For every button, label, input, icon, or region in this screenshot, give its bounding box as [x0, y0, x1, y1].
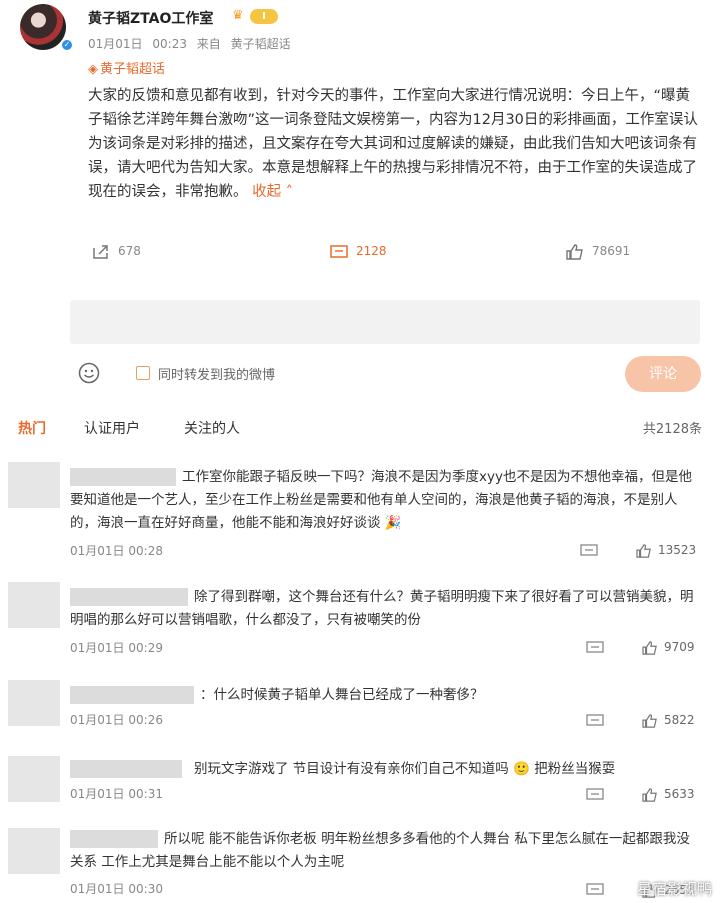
reply-icon[interactable] [586, 883, 604, 897]
post-source-prefix: 来自 [196, 37, 221, 51]
comment-item: ：什么时候黄子韬单人舞台已经成了一种奢侈？ 01月01日 00:26 5822 [0, 678, 720, 738]
comment-time: 01月01日 00:28 [70, 542, 163, 559]
comment-count: 2128 [356, 244, 387, 258]
comment-like-button[interactable]: 5633 [642, 787, 695, 802]
comment-tabs: 热门 认证用户 关注的人 共2128条 [0, 418, 720, 444]
comment-date: 01月01日 [70, 882, 125, 896]
like-button[interactable]: 78691 [566, 238, 630, 264]
reply-icon[interactable] [580, 544, 598, 558]
comment-like-button[interactable]: 5822 [642, 713, 695, 728]
supertopic-label: 黄子韬超话 [100, 62, 166, 77]
comment-like-count: 9709 [664, 640, 695, 654]
post-actions: 678 2128 78691 [0, 238, 720, 264]
comment-text: 除了得到群嘲，这个舞台还有什么？黄子韬明明瘦下来了很好看了可以营销美貌，明明唱的… [70, 589, 694, 628]
like-icon [642, 713, 657, 728]
reply-icon[interactable] [586, 788, 604, 802]
commenter-avatar[interactable] [8, 680, 60, 726]
party-popper-icon: 🎉 [384, 515, 402, 531]
emoji-icon[interactable] [78, 362, 100, 384]
comment-time: 01月01日 00:26 [70, 711, 163, 728]
comment-text: ：什么时候黄子韬单人舞台已经成了一种奢侈？ [200, 687, 484, 703]
comment-clock: 00:26 [128, 713, 163, 727]
diamond-icon: ◈ [88, 62, 98, 77]
comment-text-4: 别玩文字游戏了 节目设计有没有亲你们自己不知道吗 [194, 761, 509, 777]
comment-clock: 00:29 [128, 641, 163, 655]
repost-label: 同时转发到我的微博 [158, 368, 276, 383]
comment-text-4-after: 把粉丝当猴耍 [534, 761, 616, 777]
repost-checkbox[interactable] [136, 366, 150, 380]
comment-item: 别玩文字游戏了 节目设计有没有亲你们自己不知道吗 🙂 把粉丝当猴耍 01月01日… [0, 752, 720, 812]
tab-verified-users[interactable]: 认证用户 [84, 418, 140, 438]
supertopic-link[interactable]: ◈ 黄子韬超话 [88, 58, 165, 77]
commenter-avatar[interactable] [8, 828, 60, 874]
post-source[interactable]: 黄子韬超话 [231, 37, 291, 51]
comment-item: 工作室你能跟子韬反映一下吗？海浪不是因为季度xyy也不是因为不想他幸福，但是他要… [0, 458, 720, 568]
reply-icon[interactable] [586, 641, 604, 655]
comment-input[interactable] [70, 300, 700, 344]
comment-like-count: 5822 [664, 713, 695, 727]
comment-clock: 00:28 [128, 544, 163, 558]
comment-text: 所以呢 能不能告诉你老板 明年粉丝想多多看他的个人舞台 私下里怎么腻在一起都跟我… [70, 831, 690, 870]
comment-time: 01月01日 00:29 [70, 639, 163, 656]
comment-date: 01月01日 [70, 641, 125, 655]
post-body: 大家的反馈和意见都有收到，针对今天的事件，工作室向大家进行情况说明：今日上午，“… [88, 84, 698, 204]
like-icon [566, 243, 583, 260]
smile-emoji-icon: 🙂 [513, 761, 530, 777]
crown-icon: ♛ [232, 8, 244, 23]
comment-clock: 00:31 [128, 787, 163, 801]
tab-hot[interactable]: 热门 [18, 418, 46, 438]
collapse-label: 收起 [252, 184, 282, 200]
post-text: 大家的反馈和意见都有收到，针对今天的事件，工作室向大家进行情况说明：今日上午，“… [88, 88, 698, 200]
comment-like-count: 5633 [664, 787, 695, 801]
comment-text: 别玩文字游戏了 节目设计有没有亲你们自己不知道吗 🙂 把粉丝当猴耍 [70, 758, 700, 781]
verified-icon: ✓ [60, 38, 74, 52]
collapse-link[interactable]: 收起 ˄ [252, 184, 293, 200]
like-icon [642, 640, 657, 655]
like-count: 78691 [592, 244, 631, 258]
commenter-avatar[interactable] [8, 756, 60, 802]
submit-comment-button[interactable]: 评论 [625, 356, 701, 392]
comment-text-1: 工作室你能跟子韬反映一下吗？海浪不是因为季度xyy也不是因为不想他幸福，但是他要… [70, 469, 692, 531]
post-header: ✓ 黄子韬ZTAO工作室 ♛ Ⅰ 01月01日 00:23 来自 黄子韬超话 [0, 0, 720, 60]
comment-like-button[interactable]: 9709 [642, 640, 695, 655]
comment-time: 01月01日 00:31 [70, 785, 163, 802]
comment-like-count: 13523 [658, 543, 697, 557]
share-count: 678 [118, 244, 141, 258]
post-meta: 01月01日 00:23 来自 黄子韬超话 [88, 35, 297, 52]
post-time: 00:23 [152, 37, 187, 51]
comment-date: 01月01日 [70, 787, 125, 801]
comment-item: 所以呢 能不能告诉你老板 明年粉丝想多多看他的个人舞台 私下里怎么腻在一起都跟我… [0, 826, 720, 903]
like-icon [642, 787, 657, 802]
comment-text: 工作室你能跟子韬反映一下吗？海浪不是因为季度xyy也不是因为不想他幸福，但是他要… [70, 466, 700, 535]
total-comments: 共2128条 [642, 422, 702, 437]
comment-date: 01月01日 [70, 713, 125, 727]
reply-icon[interactable] [586, 714, 604, 728]
like-icon [636, 543, 651, 558]
commenter-avatar[interactable] [8, 582, 60, 628]
tab-following[interactable]: 关注的人 [184, 418, 240, 438]
share-icon [93, 244, 108, 259]
comment-button[interactable]: 2128 [330, 238, 387, 264]
comment-clock: 00:30 [128, 882, 163, 896]
watermark: 星宿影视鸭 [636, 880, 712, 898]
post-date: 01月01日 [88, 37, 143, 51]
author-name[interactable]: 黄子韬ZTAO工作室 [88, 8, 213, 28]
level-badge[interactable]: Ⅰ [250, 9, 278, 24]
commenter-avatar[interactable] [8, 462, 60, 508]
comment-icon [330, 244, 348, 258]
share-button[interactable]: 678 [92, 238, 141, 264]
comment-date: 01月01日 [70, 544, 125, 558]
comment-item: 除了得到群嘲，这个舞台还有什么？黄子韬明明瘦下来了很好看了可以营销美貌，明明唱的… [0, 580, 720, 670]
comment-time: 01月01日 00:30 [70, 880, 163, 897]
comment-like-button[interactable]: 13523 [636, 543, 696, 558]
